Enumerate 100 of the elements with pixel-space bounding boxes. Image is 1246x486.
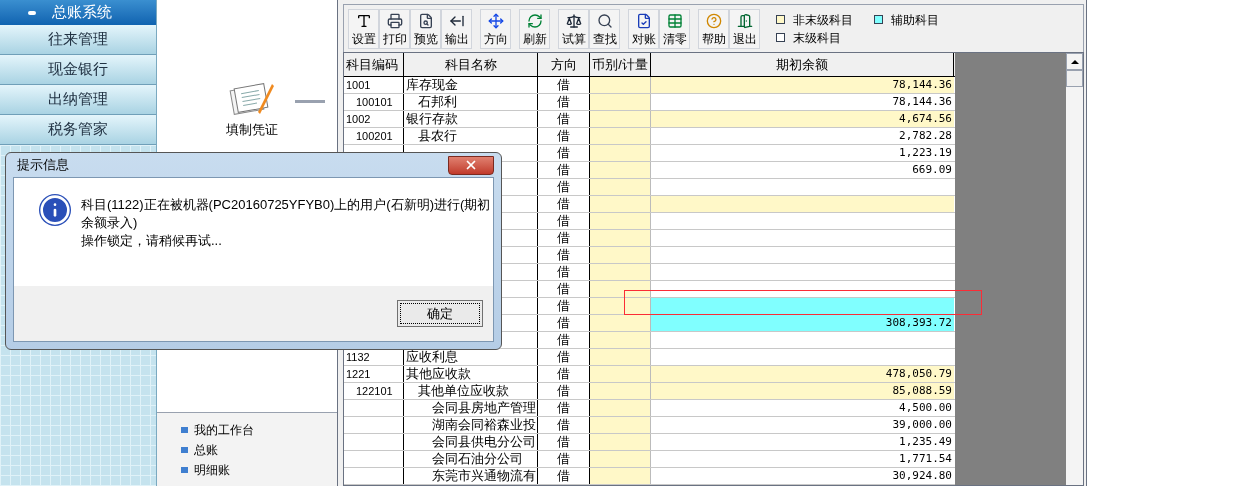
printer-icon	[386, 12, 403, 29]
column-header[interactable]: 科目名称	[404, 53, 538, 76]
sidebar-header[interactable]: 总账系统	[0, 0, 156, 25]
ok-button[interactable]: 确定	[397, 300, 483, 327]
legend-label: 末级科目	[793, 29, 841, 47]
toolbar-button[interactable]: 设置	[348, 8, 379, 49]
toolbar-button[interactable]: 退出	[729, 8, 760, 49]
refresh-icon	[526, 12, 543, 29]
dialog-message: 余额录入)	[81, 214, 138, 232]
code-cell: 122101	[344, 383, 404, 399]
letter-a-icon	[355, 12, 372, 29]
currency-cell	[590, 434, 651, 450]
up-triangle-icon	[1070, 59, 1079, 64]
sidebar-item[interactable]: 往来管理	[0, 25, 156, 55]
toolbar-button[interactable]: 预览	[410, 8, 441, 49]
table-row[interactable]: 会同县供电分公司 借 1,235.49	[344, 434, 955, 451]
table-row[interactable]: 1001 库存现金 借 78,144.36	[344, 77, 955, 94]
column-header[interactable]: 科目编码	[344, 53, 404, 76]
sidebar-item[interactable]: 现金银行	[0, 55, 156, 85]
quick-link[interactable]: 我的工作台	[194, 421, 254, 439]
currency-cell	[590, 298, 651, 314]
currency-cell	[590, 145, 651, 161]
sidebar-item[interactable]: 税务管家	[0, 115, 156, 145]
currency-cell	[590, 400, 651, 416]
toolbar-button[interactable]: 试算	[558, 8, 589, 49]
amount-cell: 85,088.59	[651, 383, 954, 399]
dialog-title: 提示信息	[16, 156, 69, 175]
table-row[interactable]: 100101 石邦利 借 78,144.36	[344, 94, 955, 111]
table-row[interactable]: 湖南会同裕森业投 借 39,000.00	[344, 417, 955, 434]
table-row[interactable]: 会同县房地产管理 借 4,500.00	[344, 400, 955, 417]
bullet-icon	[181, 427, 188, 433]
toolbar-button[interactable]: 输出	[441, 8, 472, 49]
currency-cell	[590, 264, 651, 280]
toolbar-button[interactable]: 清零	[659, 8, 690, 49]
table-row[interactable]: 122101 其他单位应收款 借 85,088.59	[344, 383, 955, 400]
column-header[interactable]: 币别/计量	[590, 53, 651, 76]
table-row[interactable]: 100201 县农行 借 2,782.28	[344, 128, 955, 145]
legend-label: 非末级科目	[793, 11, 853, 29]
amount-cell: 4,674.56	[651, 111, 954, 127]
currency-cell	[590, 94, 651, 110]
currency-cell	[590, 213, 651, 229]
dialog-message: 操作锁定，请稍候再试...	[81, 232, 222, 250]
currency-cell	[590, 332, 651, 348]
toolbar-button[interactable]: 方向	[480, 8, 511, 49]
currency-cell	[590, 315, 651, 331]
code-cell: 1001	[344, 77, 404, 93]
shortcut-label[interactable]: 填制凭证	[226, 120, 278, 140]
document-check-icon	[635, 12, 652, 29]
code-cell: 100101	[344, 94, 404, 110]
currency-cell	[590, 366, 651, 382]
toolbar-button[interactable]: 对账	[628, 8, 659, 49]
currency-cell	[590, 468, 651, 484]
collapse-icon	[28, 10, 36, 15]
currency-cell	[590, 383, 651, 399]
amount-cell: 78,144.36	[651, 77, 954, 93]
currency-cell	[590, 230, 651, 246]
currency-cell	[590, 128, 651, 144]
code-cell: 1002	[344, 111, 404, 127]
table-row[interactable]: 1221 其他应收款 借 478,050.79	[344, 366, 955, 383]
currency-cell	[590, 281, 651, 297]
column-header[interactable]: 方向	[538, 53, 590, 76]
currency-cell	[590, 247, 651, 263]
amount-cell: 308,393.72	[651, 315, 954, 331]
toolbar-button[interactable]: 帮助	[698, 8, 729, 49]
legend-label: 辅助科目	[891, 11, 939, 29]
currency-cell	[590, 349, 651, 365]
table-row[interactable]: 东莞市兴通物流有 借 30,924.80	[344, 468, 955, 485]
document-magnifier-icon	[417, 12, 434, 29]
toolbar-button[interactable]: 刷新	[519, 8, 550, 49]
close-icon	[464, 158, 478, 172]
quick-link[interactable]: 明细账	[194, 461, 230, 479]
currency-cell	[590, 111, 651, 127]
quick-link[interactable]: 总账	[194, 441, 218, 459]
table-row[interactable]: 1002 银行存款 借 4,674.56	[344, 111, 955, 128]
question-mark-icon	[705, 12, 722, 29]
grid-icon	[666, 12, 683, 29]
bullet-icon	[181, 447, 188, 453]
amount-cell: 478,050.79	[651, 366, 954, 382]
scale-icon	[565, 12, 582, 29]
info-icon	[39, 194, 71, 226]
code-cell: 1221	[344, 366, 404, 382]
four-way-arrow-icon	[487, 12, 504, 29]
currency-cell	[590, 451, 651, 467]
scrollbar[interactable]	[1066, 53, 1083, 485]
search-icon	[596, 12, 613, 29]
table-row[interactable]: 会同石油分公司 借 1,771.54	[344, 451, 955, 468]
column-header[interactable]: 期初余额	[651, 53, 954, 76]
toolbar-button[interactable]: 打印	[379, 8, 410, 49]
document-pen-icon[interactable]	[228, 80, 276, 116]
scroll-thumb[interactable]	[1066, 70, 1083, 87]
table-row[interactable]: 1132 应收利息 借	[344, 349, 955, 366]
sidebar-header-title: 总账系统	[52, 2, 112, 23]
door-icon	[736, 12, 753, 29]
code-cell: 100201	[344, 128, 404, 144]
currency-cell	[590, 162, 651, 178]
sidebar-item[interactable]: 出纳管理	[0, 85, 156, 115]
close-button[interactable]	[448, 155, 494, 175]
toolbar-button[interactable]: 查找	[589, 8, 620, 49]
currency-cell	[590, 77, 651, 93]
currency-cell	[590, 179, 651, 195]
